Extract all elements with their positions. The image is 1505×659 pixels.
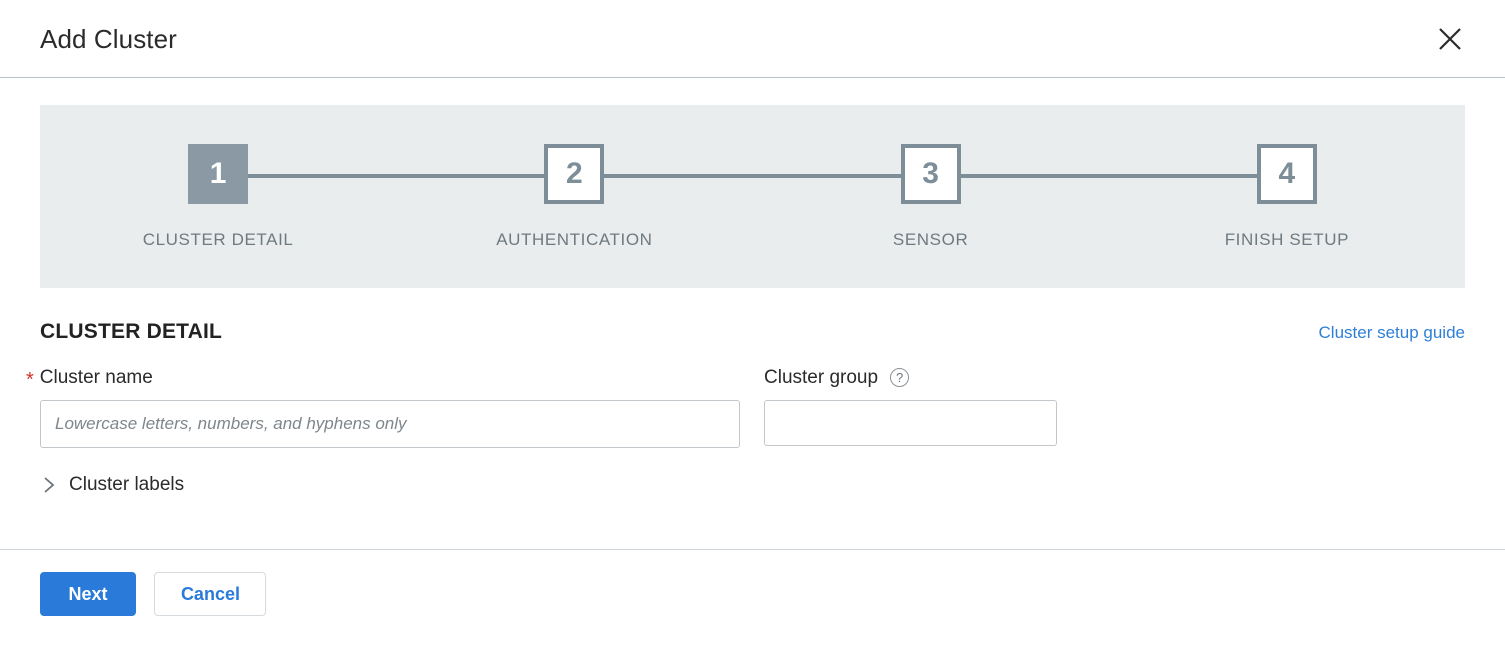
- stepper-step-number: 3: [900, 144, 961, 204]
- section-header: CLUSTER DETAIL Cluster setup guide: [40, 320, 1465, 344]
- cluster-group-label: Cluster group ?: [764, 366, 1057, 388]
- cluster-name-label-text: Cluster name: [39, 366, 153, 388]
- cluster-setup-guide-link[interactable]: Cluster setup guide: [1319, 323, 1465, 343]
- stepper-step-cluster-detail[interactable]: 1 CLUSTER DETAIL: [40, 105, 575, 250]
- cluster-name-field: * Cluster name: [26, 366, 740, 448]
- chevron-right-icon: [40, 476, 58, 494]
- cluster-group-input[interactable]: [764, 400, 1057, 446]
- stepper-step-number: 4: [1256, 144, 1317, 204]
- dialog-body: 1 CLUSTER DETAIL 2 AUTHENTICATION 3 SENS…: [0, 78, 1505, 549]
- page-title: Add Cluster: [40, 23, 177, 54]
- stepper-step-label: FINISH SETUP: [1224, 230, 1350, 249]
- close-icon: [1435, 24, 1465, 54]
- stepper-step-number: 1: [188, 144, 249, 204]
- help-icon[interactable]: ?: [890, 367, 910, 387]
- required-asterisk: *: [26, 369, 34, 391]
- section-title: CLUSTER DETAIL: [40, 320, 223, 343]
- stepper-step-label: AUTHENTICATION: [496, 230, 653, 249]
- cancel-button[interactable]: Cancel: [154, 572, 267, 616]
- cluster-group-field: Cluster group ?: [764, 366, 1057, 446]
- cluster-group-label-text: Cluster group: [764, 366, 879, 388]
- form-row: * Cluster name Cluster group ?: [26, 366, 1465, 448]
- close-button[interactable]: [1427, 16, 1473, 62]
- wizard-stepper: 1 CLUSTER DETAIL 2 AUTHENTICATION 3 SENS…: [40, 105, 1465, 288]
- add-cluster-dialog: Add Cluster 1 CLUSTER DETAIL 2 AUTHENTIC…: [0, 0, 1505, 659]
- stepper-connector: [218, 174, 575, 178]
- dialog-footer: Next Cancel: [0, 549, 1505, 659]
- cluster-name-input[interactable]: [40, 400, 740, 448]
- next-button[interactable]: Next: [40, 572, 136, 616]
- dialog-header: Add Cluster: [0, 0, 1505, 78]
- stepper-step-number: 2: [544, 144, 605, 204]
- cluster-labels-accordion[interactable]: Cluster labels: [40, 474, 184, 496]
- stepper-connector: [574, 174, 931, 178]
- stepper-step-label: CLUSTER DETAIL: [142, 230, 294, 249]
- stepper-step-label: SENSOR: [892, 230, 969, 249]
- cluster-labels-label: Cluster labels: [69, 474, 185, 495]
- cluster-name-label: * Cluster name: [26, 366, 740, 391]
- stepper-connector: [930, 174, 1287, 178]
